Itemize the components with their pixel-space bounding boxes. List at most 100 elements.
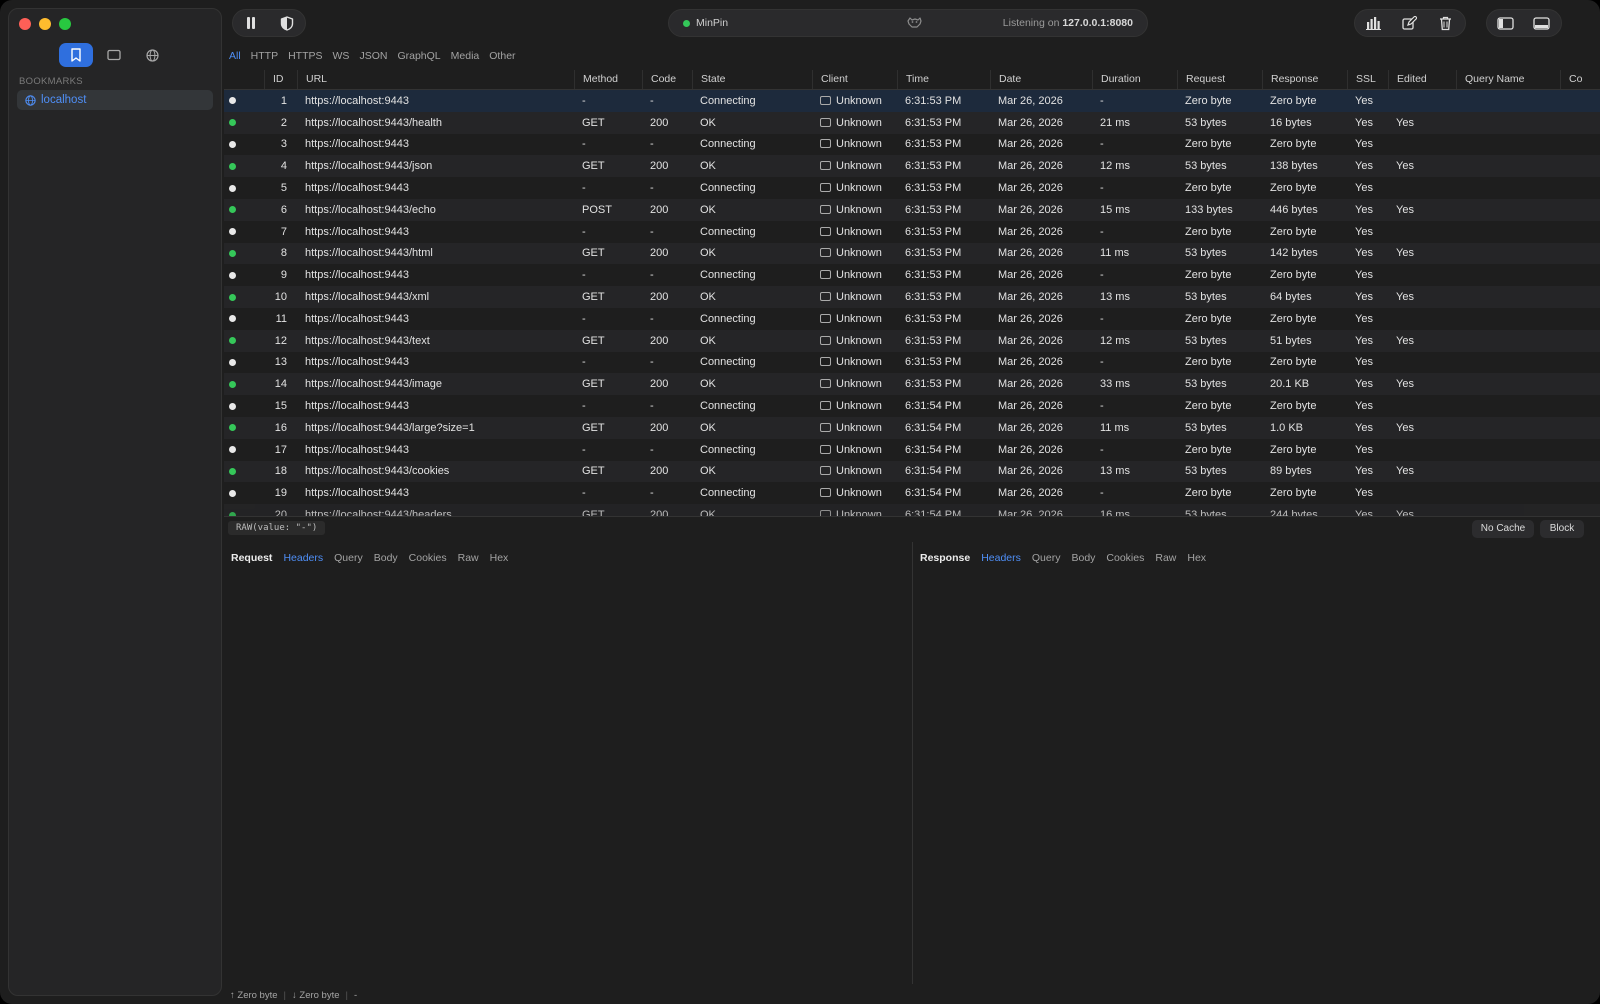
response-tab-body[interactable]: Body [1071,552,1095,564]
close-window-button[interactable] [19,18,31,30]
filter-graphql[interactable]: GraphQL [397,50,440,62]
table-row[interactable]: 6 https://localhost:9443/echo POST 200 OK Unk… [224,198,1600,221]
column-header-id[interactable]: ID [264,70,297,89]
request-tab-raw[interactable]: Raw [458,552,479,564]
table-row[interactable]: 17 https://localhost:9443 - - Connecting Unkn… [224,439,1600,461]
table-row[interactable]: 3 https://localhost:9443 - - Connecting Unkno… [224,134,1600,156]
bookmark-item-localhost[interactable]: localhost [17,90,213,110]
cell-state: Connecting [700,182,756,195]
table-row[interactable]: 8 https://localhost:9443/html GET 200 OK Unkn… [224,242,1600,265]
filter-media[interactable]: Media [451,50,480,62]
cell-time: 6:31:53 PM [905,378,962,391]
cell-id: 2 [280,116,287,129]
column-header-code[interactable]: Code [642,70,692,89]
request-tab-hex[interactable]: Hex [490,552,509,564]
response-tab-cookies[interactable]: Cookies [1106,552,1144,564]
column-header-request[interactable]: Request [1177,70,1262,89]
cell-state: OK [700,116,716,129]
table-row[interactable]: 16 https://localhost:9443/large?size=1 GET… [224,416,1600,439]
table-row[interactable]: 19 https://localhost:9443 - - Connecting Unkn… [224,482,1600,504]
filter-ws[interactable]: WS [333,50,350,62]
pause-button[interactable] [233,9,269,37]
toggle-bottom-panel-button[interactable] [1523,9,1559,37]
response-tab-raw[interactable]: Raw [1155,552,1176,564]
table-row[interactable]: 18 https://localhost:9443/cookies GET 200 OK… [224,460,1600,483]
column-header-query-name[interactable]: Query Name [1456,70,1560,89]
table-row[interactable]: 13 https://localhost:9443 - - Connecting Unkn… [224,352,1600,374]
column-header-url[interactable]: URL [297,70,574,89]
request-tab-body[interactable]: Body [374,552,398,564]
column-header-co[interactable]: Co [1560,70,1600,89]
request-tab-cookies[interactable]: Cookies [409,552,447,564]
table-row[interactable]: 20 https://localhost:9443/headers GET 200 OK… [224,504,1600,516]
cell-method: GET [582,421,605,434]
shield-icon [280,15,294,31]
ssl-proxy-button[interactable] [269,9,305,37]
minimize-window-button[interactable] [39,18,51,30]
block-button[interactable]: Block [1540,520,1584,538]
table-row[interactable]: 11 https://localhost:9443 - - Connecting Unkn… [224,308,1600,330]
table-row[interactable]: 4 https://localhost:9443/json GET 200 OK Unkn… [224,155,1600,178]
bookmarks-tab[interactable] [59,43,93,67]
filter-json[interactable]: JSON [359,50,387,62]
cell-state: Connecting [700,487,756,500]
table-row[interactable]: 14 https://localhost:9443/image GET 200 OK Un… [224,373,1600,396]
cell-url: https://localhost:9443 [305,94,409,107]
clear-button[interactable] [1427,9,1463,37]
status-cell [224,358,264,366]
compose-button[interactable] [1391,9,1427,37]
statistics-button[interactable] [1355,9,1391,37]
column-header-client[interactable]: Client [812,70,897,89]
cell-request: Zero byte [1185,138,1232,151]
cell-duration: - [1100,487,1104,500]
table-row[interactable]: 9 https://localhost:9443 - - Connecting Unkno… [224,264,1600,286]
filter-other[interactable]: Other [489,50,515,62]
filter-all[interactable]: All [229,50,241,62]
filter-https[interactable]: HTTPS [288,50,322,62]
column-header-status[interactable] [224,70,264,89]
apps-tab[interactable] [97,43,131,67]
domains-tab[interactable] [135,43,169,67]
request-tab-headers[interactable]: Headers [283,552,323,564]
cell-client: Unknown [812,444,897,456]
client-app-icon [820,95,831,105]
column-header-state[interactable]: State [692,70,812,89]
table-row[interactable]: 5 https://localhost:9443 - - Connecting Unkno… [224,177,1600,199]
response-tab-query[interactable]: Query [1032,552,1061,564]
column-header-duration[interactable]: Duration [1092,70,1177,89]
response-tab-headers[interactable]: Headers [981,552,1021,564]
cell-url: https://localhost:9443 [305,400,409,413]
response-tab-hex[interactable]: Hex [1187,552,1206,564]
table-row[interactable]: 12 https://localhost:9443/text GET 200 OK Unk… [224,329,1600,352]
cell-method: GET [582,116,605,129]
column-header-response[interactable]: Response [1262,70,1347,89]
cell-date: Mar 26, 2026 [998,138,1063,151]
selection-bar: RAW(value: "-") No Cache Block [224,516,1600,540]
column-header-date[interactable]: Date [990,70,1092,89]
table-row[interactable]: 15 https://localhost:9443 - - Connecting Unkn… [224,395,1600,417]
cell-request: Zero byte [1185,269,1232,282]
table-row[interactable]: 2 https://localhost:9443/health GET 200 OK Un… [224,111,1600,134]
status-cell [224,315,264,323]
column-header-ssl[interactable]: SSL [1347,70,1388,89]
cell-response: Zero byte [1270,138,1317,151]
request-tab-query[interactable]: Query [334,552,363,564]
cell-url: https://localhost:9443 [305,138,409,151]
toggle-sidebar-button[interactable] [1487,9,1523,37]
cell-id: 17 [274,443,287,456]
status-dot [229,467,236,475]
cell-ssl: Yes [1355,378,1373,391]
no-cache-button[interactable]: No Cache [1472,520,1534,538]
response-pane: Response Headers Query Body Cookies Raw Hex [913,552,1600,982]
client-app-icon [820,292,831,302]
column-header-time[interactable]: Time [897,70,990,89]
filter-http[interactable]: HTTP [251,50,278,62]
table-row[interactable]: 7 https://localhost:9443 - - Connecting Unkno… [224,221,1600,243]
cell-state: Connecting [700,94,756,107]
table-row[interactable]: 1 https://localhost:9443 - - Connecting Unkno… [224,90,1600,112]
zoom-window-button[interactable] [59,18,71,30]
client-app-icon [820,248,831,258]
table-row[interactable]: 10 https://localhost:9443/xml GET 200 OK Unkn… [224,286,1600,308]
column-header-method[interactable]: Method [574,70,642,89]
column-header-edited[interactable]: Edited [1388,70,1456,89]
